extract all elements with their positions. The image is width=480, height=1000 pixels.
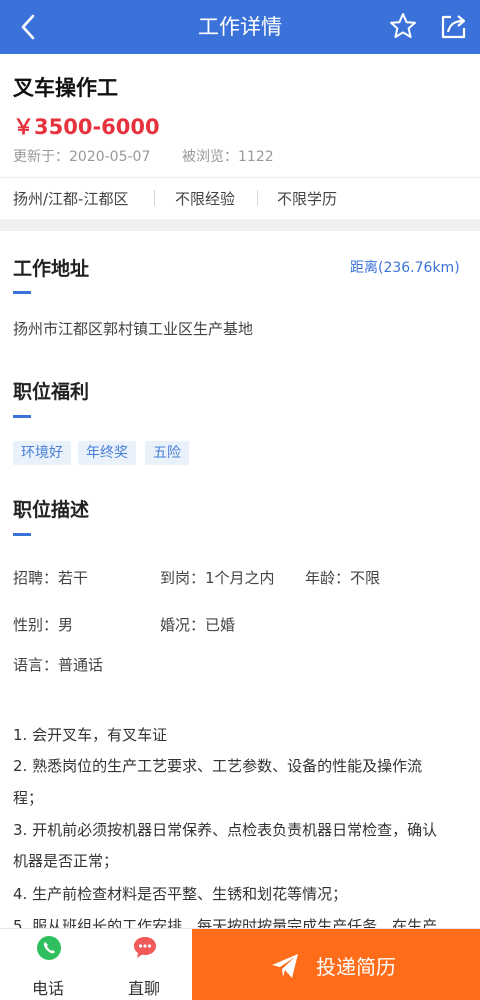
share-icon[interactable]	[438, 11, 468, 41]
experience-requirement: 不限经验	[175, 190, 236, 208]
benefit-tag: 环境好	[13, 441, 71, 465]
description-line: 2. 熟悉岗位的生产工艺要求、工艺参数、设备的性能及操作流	[13, 757, 423, 775]
description-section-title: 职位描述	[13, 499, 90, 521]
top-nav-bar: 工作详情	[0, 0, 480, 54]
address-section-title: 工作地址	[13, 258, 90, 280]
job-title: 叉车操作工	[13, 76, 118, 100]
recruit-count: 招聘：若干	[13, 569, 89, 587]
star-icon[interactable]	[388, 11, 418, 41]
view-count: 被浏览：1122	[182, 149, 274, 165]
updated-date: 更新于：2020-05-07	[13, 149, 151, 165]
distance-link[interactable]: 距离(236.76km)	[350, 257, 460, 277]
arrival-time: 到岗：1个月之内	[160, 569, 275, 587]
phone-icon	[37, 936, 61, 960]
chat-button[interactable]: 直聊	[96, 929, 192, 1000]
language-requirement: 语言：普通话	[13, 656, 104, 674]
gender-requirement: 性别：男	[13, 616, 74, 634]
description-line: 程；	[13, 789, 44, 807]
requirements-row: 扬州/江都-江都区 不限经验 不限学历	[0, 178, 480, 218]
job-detail-content[interactable]: 叉车操作工 ￥3500-6000 更新于：2020-05-07 被浏览：1122…	[0, 54, 480, 928]
section-accent	[13, 291, 31, 294]
work-address[interactable]: 扬州市江都区郭村镇工业区生产基地	[13, 318, 253, 339]
bottom-action-bar: 电话 直聊 投递简历	[0, 928, 480, 1000]
section-accent	[13, 415, 31, 418]
section-accent	[13, 533, 31, 536]
separator	[257, 190, 258, 206]
education-requirement: 不限学历	[277, 190, 338, 208]
marital-requirement: 婚况：已婚	[160, 616, 236, 634]
benefit-tag: 五险	[145, 441, 189, 465]
phone-button[interactable]: 电话	[0, 929, 96, 1000]
description-line: 5. 服从班组长的工作安排，每天按时按量完成生产任务，在生产	[13, 917, 438, 928]
deliver-resume-button[interactable]: 投递简历	[192, 929, 480, 1000]
phone-label: 电话	[31, 979, 64, 998]
separator	[154, 190, 155, 206]
description-line: 1. 会开叉车，有叉车证	[13, 726, 168, 744]
benefits-section-title: 职位福利	[13, 381, 90, 403]
description-line: 3. 开机前必须按机器日常保养、点检表负责机器日常检查，确认	[13, 821, 438, 839]
description-line: 4. 生产前检查材料是否平整、生锈和划花等情况；	[13, 885, 348, 903]
salary: ￥3500-6000	[13, 115, 160, 139]
location-requirement: 扬州/江都-江都区	[13, 190, 129, 208]
chat-label: 直聊	[127, 979, 160, 998]
paper-plane-icon	[272, 954, 298, 978]
section-gap	[0, 219, 480, 231]
description-line: 机器是否正常；	[13, 852, 119, 870]
benefit-tag: 年终奖	[78, 441, 136, 465]
deliver-resume-label: 投递简历	[316, 955, 396, 979]
chat-icon	[134, 937, 156, 958]
age-requirement: 年龄：不限	[305, 569, 381, 587]
